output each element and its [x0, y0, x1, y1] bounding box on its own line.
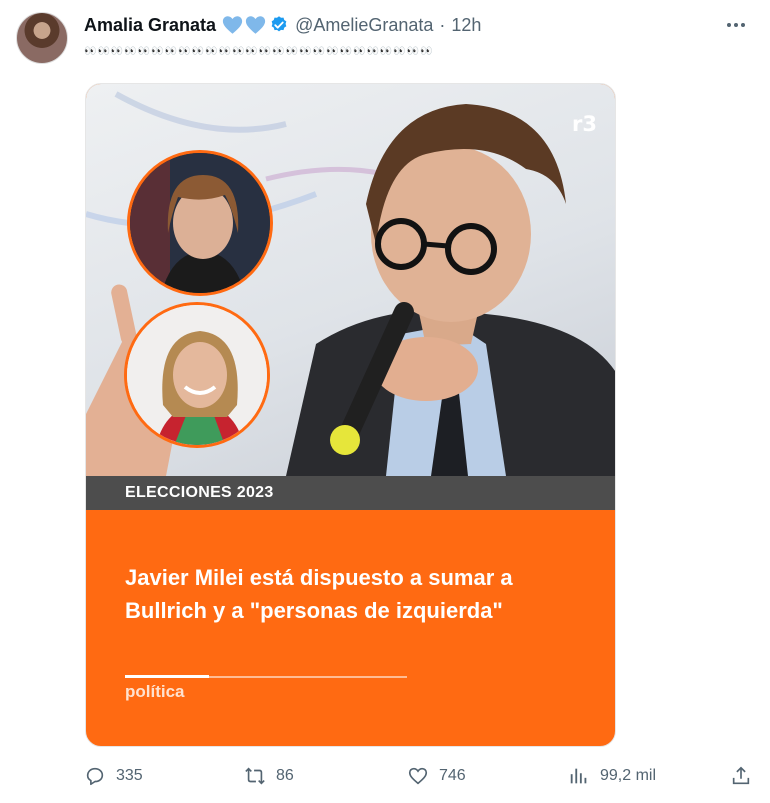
- reply-count: 335: [116, 767, 143, 784]
- retweet-button[interactable]: 86: [244, 765, 294, 787]
- divider: [125, 675, 407, 678]
- timestamp[interactable]: 12h: [451, 15, 481, 36]
- views-count: 99,2 mil: [600, 767, 657, 784]
- retweet-icon: [245, 767, 265, 785]
- news-photo: r3: [86, 84, 615, 476]
- r3-logo: r3: [572, 112, 597, 136]
- retweet-count: 86: [276, 767, 294, 784]
- blue-heart-icon: [222, 16, 243, 34]
- name-emojis: [222, 15, 266, 35]
- separator: ·: [439, 14, 446, 35]
- tweet-header: Amalia Granata @AmelieGranata · 12h: [84, 12, 481, 38]
- avatar[interactable]: [16, 12, 68, 64]
- heart-icon: [408, 767, 428, 785]
- blue-heart-icon: [245, 16, 266, 34]
- media-card[interactable]: r3 ELECCIONES 2023 Javier Milei está dis…: [85, 83, 616, 747]
- action-bar: 335 86 746 99,2 mil: [84, 765, 754, 791]
- section-label: política: [125, 682, 185, 701]
- tweet-text: 👀👀👀👀👀👀👀👀👀👀👀👀👀👀👀👀👀👀👀👀👀👀👀👀👀👀: [84, 46, 434, 57]
- like-count: 746: [439, 767, 466, 784]
- share-icon: [732, 766, 750, 785]
- more-options-button[interactable]: [724, 13, 748, 37]
- reply-icon: [86, 767, 104, 786]
- category-label: ELECCIONES 2023: [125, 484, 274, 501]
- like-button[interactable]: 746: [407, 765, 466, 787]
- user-handle[interactable]: @AmelieGranata: [295, 15, 433, 36]
- views-icon: [570, 768, 587, 784]
- portrait-top: [127, 150, 273, 296]
- verified-badge-icon[interactable]: [269, 15, 289, 35]
- more-horizontal-icon: [727, 23, 745, 27]
- views-button[interactable]: 99,2 mil: [568, 765, 656, 787]
- share-button[interactable]: [730, 765, 752, 787]
- category-bar: ELECCIONES 2023: [86, 476, 615, 510]
- card-headline: Javier Milei está dispuesto a sumar a Bu…: [125, 565, 513, 623]
- portrait-bottom: [124, 302, 270, 448]
- display-name[interactable]: Amalia Granata: [84, 15, 216, 36]
- reply-button[interactable]: 335: [84, 765, 143, 787]
